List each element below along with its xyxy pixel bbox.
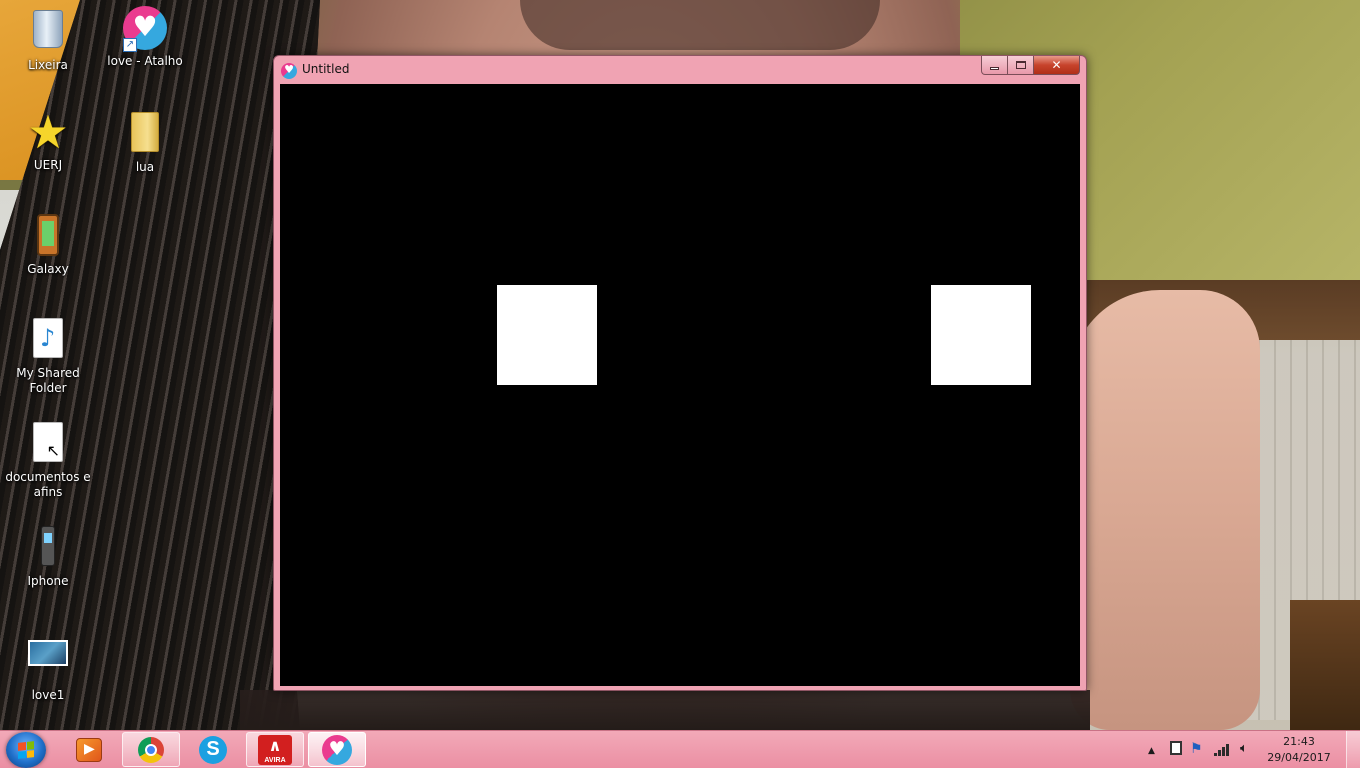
desktop-icon-label: documentos e afins [5,470,91,499]
taskbar-avira[interactable]: ∧ AVIRA [246,732,304,767]
desktop-icon-galaxy[interactable]: Galaxy [0,214,96,277]
wallpaper-hand [1070,290,1260,730]
star-icon: ★ [27,105,69,159]
image-thumbnail-icon [26,640,70,684]
desktop-icon-label: Lixeira [28,58,68,72]
desktop-icon-label: Iphone [27,574,69,588]
chrome-icon [138,736,164,763]
shortcut-arrow-icon: ↗ [123,38,137,52]
minimize-icon [990,66,999,70]
music-document-icon: ♪ [26,318,70,362]
taskbar-skype[interactable]: S [184,732,242,767]
system-tray: ▲ ⚑ 🔈︎ 21:43 29/04/2017 [1140,731,1360,768]
document-icon: ↖ [26,422,70,466]
desktop-icon-label: love - Atalho [107,54,183,68]
phone-icon [26,214,70,258]
desktop-icon-label: UERJ [33,158,63,172]
recycle-bin-icon [26,10,70,54]
windows-start-icon [18,741,34,759]
desktop-icon-label: love1 [31,688,65,702]
volume-icon[interactable]: 🔈︎ [1240,741,1248,757]
game-canvas[interactable] [280,84,1080,686]
desktop-icon-documentos-e-afins[interactable]: ↖ documentos e afins [0,422,96,500]
window-title: Untitled [302,62,350,76]
close-button[interactable]: ✕ [1034,56,1080,75]
right-white-square [931,285,1031,385]
maximize-button[interactable] [1008,56,1034,75]
desktop-icon-iphone[interactable]: Iphone [0,526,96,589]
love-app-shortcut-icon: ↗ [123,6,167,52]
signal-strength-icon[interactable] [1214,742,1230,756]
taskbar-chrome[interactable] [122,732,180,767]
clock-date: 29/04/2017 [1267,751,1331,764]
desktop-icon-uerj[interactable]: ★ UERJ [0,105,96,173]
love-window[interactable]: Untitled ✕ [273,55,1087,691]
love-app-icon [322,734,352,765]
clock[interactable]: 21:43 29/04/2017 [1264,734,1334,766]
minimize-button[interactable] [981,56,1008,75]
taskbar-love[interactable] [308,732,366,767]
taskbar: S ∧ AVIRA ▲ ⚑ 🔈︎ 21:43 29/04/2017 [0,730,1360,768]
close-icon: ✕ [1051,58,1062,72]
show-desktop-button[interactable] [1346,731,1360,768]
wallpaper-wood-chair [1290,600,1360,730]
desktop-icon-label: My Shared Folder [16,366,80,395]
skype-icon: S [199,735,227,764]
clock-time: 21:43 [1283,735,1315,748]
desktop-icon-love1[interactable]: love1 [0,630,96,703]
desktop-icon-lua[interactable]: lua [97,110,193,175]
network-icon[interactable] [1170,741,1182,755]
taskbar-media-player[interactable] [60,732,118,767]
media-player-icon [76,737,102,762]
action-center-flag-icon[interactable]: ⚑ [1190,741,1203,757]
start-button[interactable] [6,732,46,768]
maximize-icon [1015,61,1026,69]
desktop-icon-label: lua [135,160,155,174]
avira-icon-text: AVIRA [264,756,286,764]
desktop-icon-love-shortcut[interactable]: ↗ love - Atalho [97,6,193,69]
window-titlebar[interactable]: Untitled ✕ [274,56,1086,84]
folder-icon [123,112,167,156]
desktop-icon-recycle-bin[interactable]: Lixeira [0,6,96,73]
desktop-icon-label: Galaxy [27,262,69,276]
caption-buttons: ✕ [981,56,1080,75]
desktop-icon-my-shared-folder[interactable]: ♪ My Shared Folder [0,318,96,396]
mobile-phone-icon [26,526,70,570]
wallpaper-hair-bottom [240,690,1090,730]
wallpaper-eyebrows [520,0,880,50]
avira-icon: ∧ AVIRA [258,734,292,765]
show-hidden-icons-arrow[interactable]: ▲ [1148,743,1155,759]
love-app-icon[interactable] [281,63,297,79]
left-white-square [497,285,597,385]
